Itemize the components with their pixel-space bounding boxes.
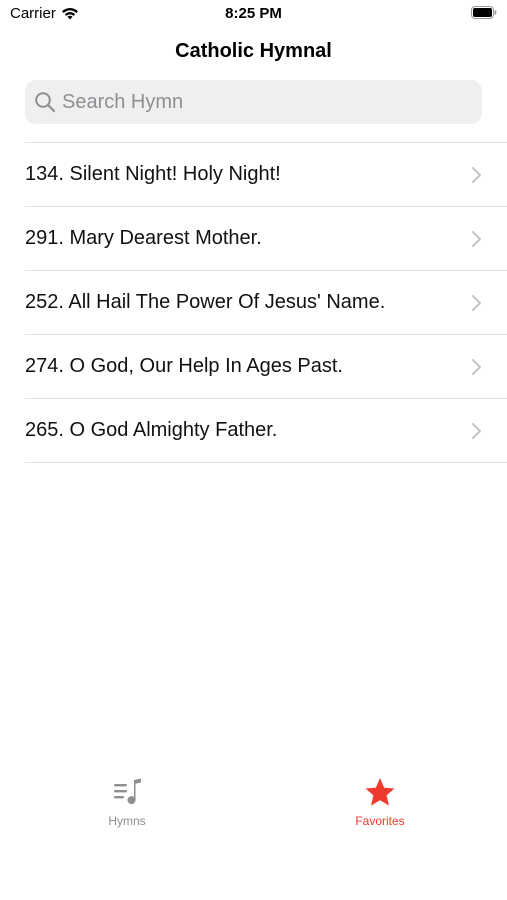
chevron-right-icon: [471, 230, 483, 248]
tab-favorites-label: Favorites: [355, 814, 405, 828]
battery-icon: [471, 6, 497, 19]
chevron-right-icon: [471, 358, 483, 376]
list-item[interactable]: 265. O God Almighty Father.: [25, 399, 507, 463]
list-item[interactable]: 134. Silent Night! Holy Night!: [25, 143, 507, 207]
tab-favorites[interactable]: Favorites: [320, 776, 440, 828]
tab-bar: Hymns Favorites: [0, 770, 507, 840]
search-input[interactable]: [62, 90, 442, 114]
list-item[interactable]: 252. All Hail The Power Of Jesus' Name.: [25, 271, 507, 335]
star-icon: [320, 776, 440, 810]
chevron-right-icon: [471, 294, 483, 312]
hymn-title: 274. O God, Our Help In Ages Past.: [25, 355, 343, 377]
hymn-title: 291. Mary Dearest Mother.: [25, 227, 262, 249]
chevron-right-icon: [471, 422, 483, 440]
search-bar[interactable]: [25, 80, 482, 124]
hymn-list: 134. Silent Night! Holy Night! 291. Mary…: [25, 142, 507, 463]
screen: Carrier 8:25 PM Catholic Hymnal Search H…: [0, 0, 507, 900]
music-list-icon: [67, 776, 187, 810]
tab-hymns-label: Hymns: [108, 814, 146, 828]
hymn-title: 265. O God Almighty Father.: [25, 419, 278, 441]
chevron-right-icon: [471, 166, 483, 184]
page-title: Catholic Hymnal: [175, 40, 332, 62]
list-item[interactable]: 274. O God, Our Help In Ages Past.: [25, 335, 507, 399]
tab-hymns[interactable]: Hymns: [67, 776, 187, 828]
status-bar: Carrier 8:25 PM: [0, 0, 507, 28]
hymn-title: 134. Silent Night! Holy Night!: [25, 163, 281, 185]
list-item[interactable]: 291. Mary Dearest Mother.: [25, 207, 507, 271]
hymn-title: 252. All Hail The Power Of Jesus' Name.: [25, 291, 386, 313]
status-time: 8:25 PM: [225, 5, 282, 22]
search-icon: [34, 91, 56, 113]
